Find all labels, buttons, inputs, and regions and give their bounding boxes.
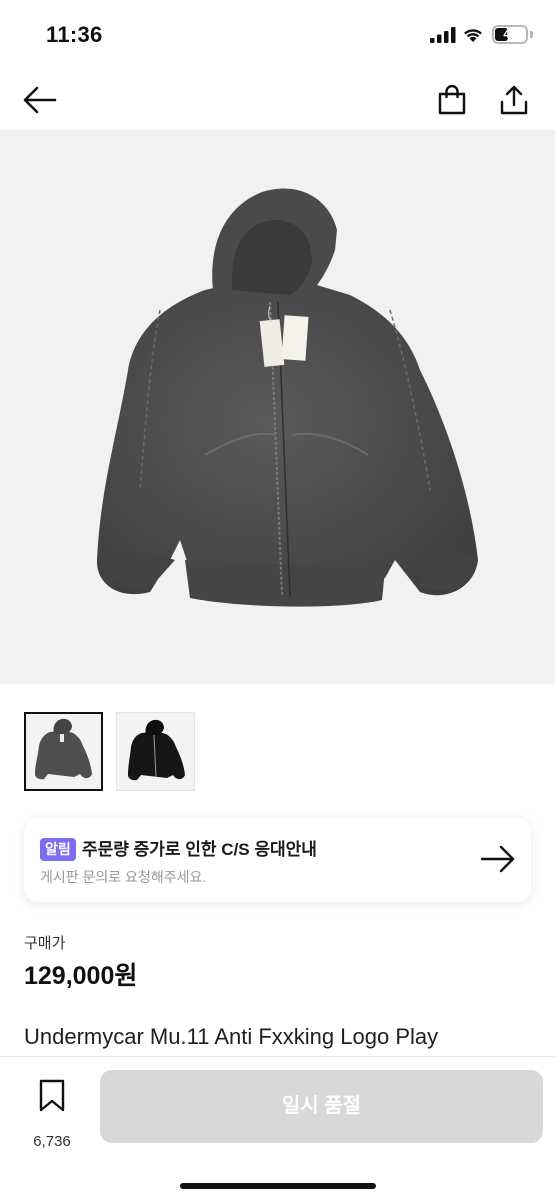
thumbnail-black-hoodie[interactable]	[116, 712, 195, 791]
product-title: Undermycar Mu.11 Anti Fxxking Logo Play …	[24, 1024, 439, 1056]
product-main-image[interactable]	[0, 130, 555, 684]
wifi-icon	[464, 29, 482, 42]
price-value: 129,000원	[24, 962, 138, 990]
bookmark-icon	[39, 1079, 65, 1112]
battery-tip	[530, 31, 533, 38]
arrow-left-icon	[23, 86, 57, 114]
share-icon	[500, 85, 528, 115]
status-time: 11:36	[46, 22, 103, 47]
top-nav	[0, 70, 555, 130]
shopping-bag-button[interactable]	[432, 80, 472, 120]
notice-subtitle: 게시판 문의로 요청해주세요.	[40, 869, 207, 885]
home-indicator	[180, 1183, 376, 1189]
status-bar: 11:36 41	[0, 0, 555, 70]
shopping-bag-icon	[438, 85, 466, 115]
battery-icon: 41	[492, 25, 528, 44]
black-hoodie-image	[128, 719, 185, 781]
thumbnail-grey-hoodie[interactable]	[24, 712, 103, 791]
price-label: 구매가	[24, 935, 66, 952]
grey-hoodie-illustration	[96, 188, 478, 607]
notice-banner[interactable]: 알림 주문량 증가로 인한 C/S 응대안내 게시판 문의로 요청해주세요.	[24, 818, 531, 902]
cellular-signal-icon	[430, 27, 456, 43]
wishlist-button[interactable]: 6,736	[24, 1077, 80, 1150]
sold-out-button[interactable]: 일시 품절	[100, 1070, 543, 1143]
thumbnail-strip	[24, 712, 195, 791]
notice-badge: 알림	[40, 838, 76, 861]
arrow-right-icon	[480, 845, 515, 873]
grey-hoodie-image	[35, 718, 92, 780]
back-button[interactable]	[20, 80, 60, 120]
bottom-action-bar: 6,736 일시 품절	[0, 1056, 555, 1200]
product-title-wrap: Undermycar Mu.11 Anti Fxxking Logo Play …	[24, 1022, 534, 1056]
battery-percent: 41	[503, 27, 517, 41]
notice-title: 주문량 증가로 인한 C/S 응대안내	[82, 840, 317, 859]
share-button[interactable]	[494, 80, 534, 120]
wishlist-count: 6,736	[33, 1133, 71, 1150]
